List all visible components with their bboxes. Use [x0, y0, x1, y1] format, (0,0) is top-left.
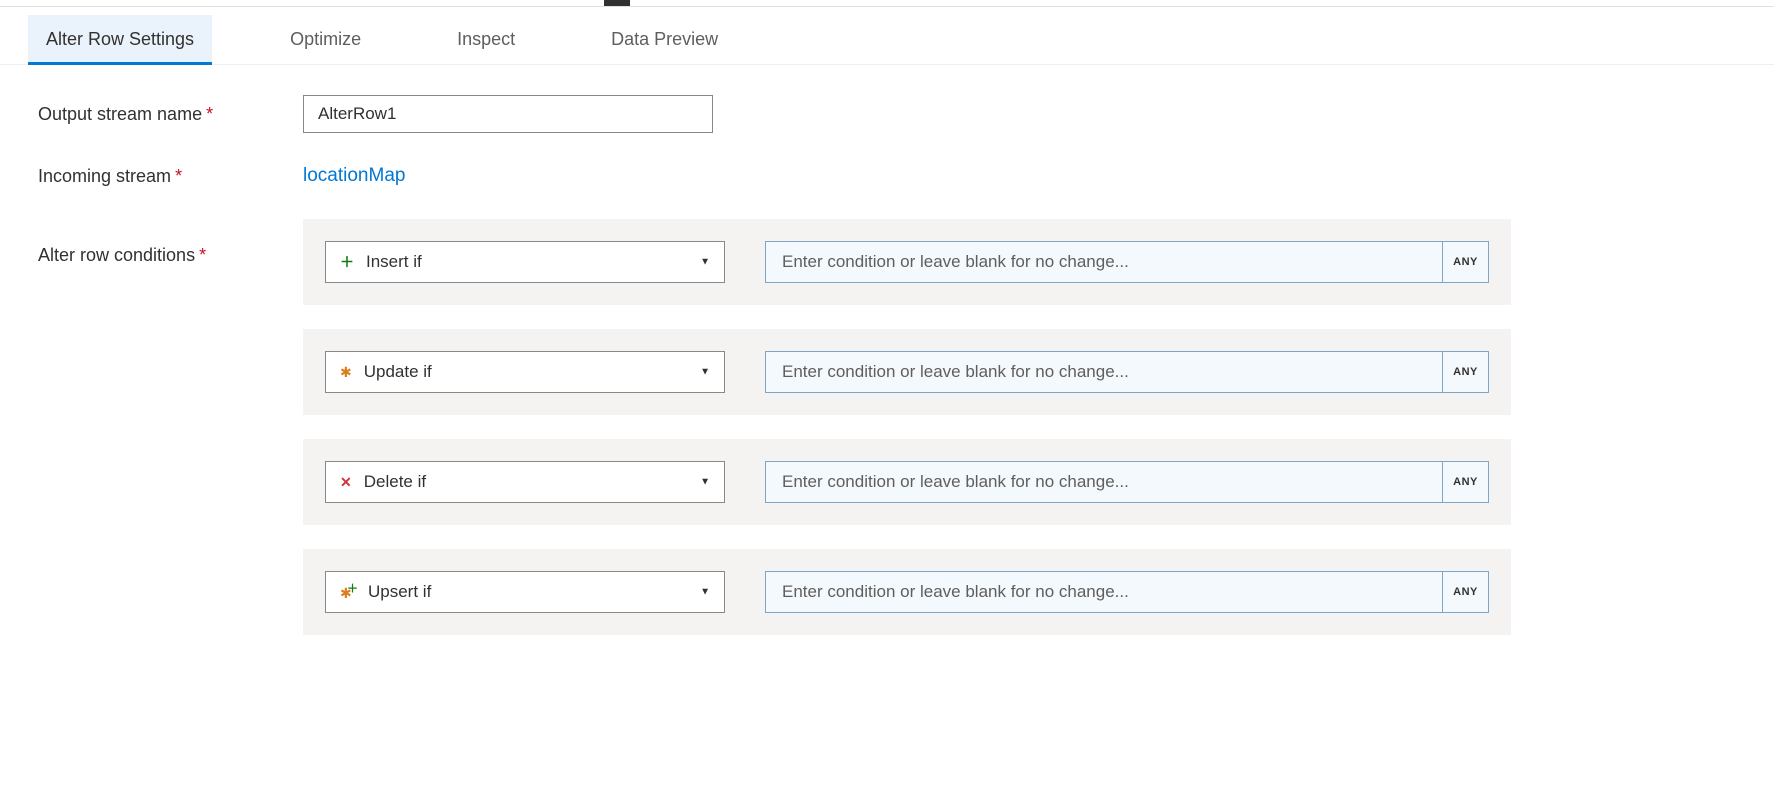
chevron-down-icon: ▼ — [700, 587, 710, 598]
tab-data-preview[interactable]: Data Preview — [593, 15, 736, 64]
any-type-badge: ANY — [1442, 352, 1488, 392]
incoming-stream-link[interactable]: locationMap — [303, 165, 405, 187]
expression-placeholder: Enter condition or leave blank for no ch… — [782, 582, 1129, 602]
expression-placeholder: Enter condition or leave blank for no ch… — [782, 362, 1129, 382]
condition-type-select-update[interactable]: ✱ Update if ▼ — [325, 351, 725, 393]
tab-optimize[interactable]: Optimize — [272, 15, 379, 64]
condition-row: ＋ Insert if ▼ Enter condition or leave b… — [303, 219, 1511, 305]
any-type-badge: ANY — [1442, 572, 1488, 612]
alter-row-settings-panel: Output stream name* Incoming stream* loc… — [0, 65, 1774, 697]
output-stream-label: Output stream name* — [38, 104, 303, 125]
asterisk-icon: ✱ — [340, 364, 352, 381]
condition-type-label: Update if — [364, 362, 432, 382]
alter-row-conditions-list: ＋ Insert if ▼ Enter condition or leave b… — [303, 219, 1511, 635]
chevron-down-icon: ▼ — [700, 477, 710, 488]
condition-expression-input[interactable]: Enter condition or leave blank for no ch… — [765, 241, 1489, 283]
condition-row: ✱ Update if ▼ Enter condition or leave b… — [303, 329, 1511, 415]
condition-type-label: Delete if — [364, 472, 426, 492]
condition-type-label: Insert if — [366, 252, 422, 272]
expression-placeholder: Enter condition or leave blank for no ch… — [782, 252, 1129, 272]
plus-icon: ＋ — [340, 252, 354, 272]
condition-type-label: Upsert if — [368, 582, 431, 602]
condition-row: ✱＋ Upsert if ▼ Enter condition or leave … — [303, 549, 1511, 635]
chevron-down-icon: ▼ — [700, 367, 710, 378]
upsert-icon: ✱＋ — [340, 584, 356, 600]
tab-alter-row-settings[interactable]: Alter Row Settings — [28, 15, 212, 64]
panel-resize-handle[interactable] — [604, 0, 630, 6]
expression-placeholder: Enter condition or leave blank for no ch… — [782, 472, 1129, 492]
alter-row-conditions-label: Alter row conditions* — [38, 219, 303, 266]
condition-type-select-delete[interactable]: ✕ Delete if ▼ — [325, 461, 725, 503]
any-type-badge: ANY — [1442, 462, 1488, 502]
condition-row: ✕ Delete if ▼ Enter condition or leave b… — [303, 439, 1511, 525]
any-type-badge: ANY — [1442, 242, 1488, 282]
close-icon: ✕ — [340, 474, 352, 491]
settings-tabs: Alter Row Settings Optimize Inspect Data… — [0, 7, 1774, 65]
tab-inspect[interactable]: Inspect — [439, 15, 533, 64]
chevron-down-icon: ▼ — [700, 257, 710, 268]
condition-type-select-insert[interactable]: ＋ Insert if ▼ — [325, 241, 725, 283]
output-stream-name-input[interactable] — [303, 95, 713, 133]
condition-expression-input[interactable]: Enter condition or leave blank for no ch… — [765, 351, 1489, 393]
incoming-stream-label: Incoming stream* — [38, 166, 303, 187]
condition-type-select-upsert[interactable]: ✱＋ Upsert if ▼ — [325, 571, 725, 613]
condition-expression-input[interactable]: Enter condition or leave blank for no ch… — [765, 571, 1489, 613]
condition-expression-input[interactable]: Enter condition or leave blank for no ch… — [765, 461, 1489, 503]
